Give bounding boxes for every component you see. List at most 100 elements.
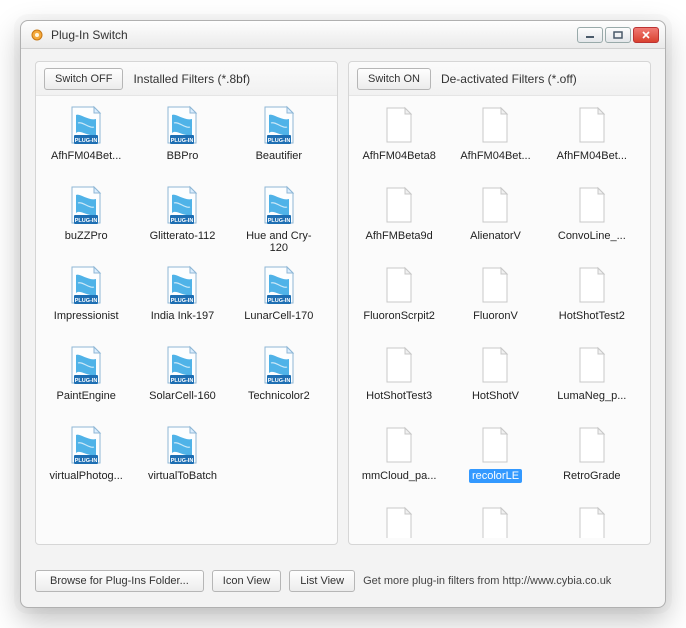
plugin-file-icon bbox=[162, 424, 202, 466]
installed-filters-grid[interactable]: AfhFM04Bet... BBPro Beautifier buZZPro Glitt… bbox=[42, 102, 337, 538]
list-item[interactable]: AlienatorV bbox=[451, 182, 539, 256]
off-file-icon bbox=[475, 264, 515, 306]
maximize-button[interactable] bbox=[605, 27, 631, 43]
list-item-label: Hue and Cry-120 bbox=[237, 229, 321, 255]
list-item[interactable]: SolarCell-160 bbox=[138, 342, 226, 416]
list-item[interactable]: recolorLE bbox=[451, 422, 539, 496]
installed-filters-pane: Switch OFF Installed Filters (*.8bf) Afh… bbox=[35, 61, 338, 545]
list-item[interactable]: PaintEngine bbox=[42, 342, 130, 416]
icon-view-button[interactable]: Icon View bbox=[212, 570, 282, 592]
browse-folder-button[interactable]: Browse for Plug-Ins Folder... bbox=[35, 570, 204, 592]
window-controls bbox=[577, 27, 659, 43]
off-file-icon bbox=[475, 344, 515, 386]
plugin-file-icon bbox=[66, 184, 106, 226]
list-item-label: LumaNeg_p... bbox=[554, 389, 629, 403]
off-file-icon bbox=[379, 504, 419, 538]
plugin-file-icon bbox=[162, 344, 202, 386]
list-item-label: ConvoLine_... bbox=[555, 229, 629, 243]
list-item-label: AfhFM04Bet... bbox=[554, 149, 630, 163]
list-item-label: AlienatorV bbox=[467, 229, 524, 243]
off-file-icon bbox=[572, 424, 612, 466]
installed-pane-header: Switch OFF Installed Filters (*.8bf) bbox=[36, 62, 337, 96]
list-item[interactable]: mmCloud_pa... bbox=[355, 422, 443, 496]
off-file-icon bbox=[379, 264, 419, 306]
off-file-icon bbox=[475, 104, 515, 146]
list-item[interactable]: AfhFM04Bet... bbox=[451, 102, 539, 176]
app-icon bbox=[29, 27, 45, 43]
list-item[interactable]: AfhFM04Bet... bbox=[42, 102, 130, 176]
plugin-file-icon bbox=[66, 264, 106, 306]
list-item-label: LunarCell-170 bbox=[241, 309, 316, 323]
off-file-icon bbox=[572, 504, 612, 538]
list-item[interactable]: FluoronScrpit2 bbox=[355, 262, 443, 336]
list-item-label: PaintEngine bbox=[54, 389, 119, 403]
list-item[interactable]: buZZPro bbox=[42, 182, 130, 256]
footer-link-text[interactable]: Get more plug-in filters from http://www… bbox=[363, 575, 651, 587]
list-item[interactable]: virtualPhotog... bbox=[42, 422, 130, 496]
list-item[interactable]: AfhFM04Bet... bbox=[548, 102, 636, 176]
list-item[interactable]: Hue and Cry-120 bbox=[235, 182, 323, 256]
list-item-label: virtualPhotog... bbox=[46, 469, 125, 483]
switch-off-button[interactable]: Switch OFF bbox=[44, 68, 123, 90]
list-item-label: SolarCell-160 bbox=[146, 389, 219, 403]
list-item-label: recolorLE bbox=[469, 469, 522, 483]
list-item-label: Impressionist bbox=[51, 309, 122, 323]
list-item-label: mmCloud_pa... bbox=[359, 469, 440, 483]
list-item-label: AfhFM04Beta8 bbox=[359, 149, 438, 163]
list-item-label: BBPro bbox=[164, 149, 202, 163]
list-item[interactable] bbox=[451, 502, 539, 538]
off-file-icon bbox=[379, 344, 419, 386]
off-file-icon bbox=[475, 504, 515, 538]
off-file-icon bbox=[572, 264, 612, 306]
off-file-icon bbox=[475, 184, 515, 226]
list-item[interactable]: HotShotTest2 bbox=[548, 262, 636, 336]
off-file-icon bbox=[379, 104, 419, 146]
close-button[interactable] bbox=[633, 27, 659, 43]
app-window: Plug-In Switch Switch OFF Installed Filt… bbox=[20, 20, 666, 608]
list-item[interactable]: LumaNeg_p... bbox=[548, 342, 636, 416]
deactivated-filters-grid[interactable]: AfhFM04Beta8 AfhFM04Bet... AfhFM04Bet... Af… bbox=[355, 102, 650, 538]
off-file-icon bbox=[572, 344, 612, 386]
list-item-label: FluoronV bbox=[470, 309, 521, 323]
off-file-icon bbox=[379, 424, 419, 466]
list-item[interactable]: AfhFMBeta9d bbox=[355, 182, 443, 256]
list-item-label: HotShotTest2 bbox=[556, 309, 628, 323]
list-item[interactable] bbox=[548, 502, 636, 538]
list-item-label: AfhFM04Bet... bbox=[48, 149, 124, 163]
list-item-label: AfhFM04Bet... bbox=[457, 149, 533, 163]
list-item-label: HotShotV bbox=[469, 389, 522, 403]
list-item[interactable]: Technicolor2 bbox=[235, 342, 323, 416]
plugin-file-icon bbox=[259, 184, 299, 226]
list-item-label: India Ink-197 bbox=[148, 309, 218, 323]
list-item[interactable]: HotShotTest3 bbox=[355, 342, 443, 416]
list-item-label: AfhFMBeta9d bbox=[363, 229, 436, 243]
list-item-label: FluoronScrpit2 bbox=[360, 309, 438, 323]
list-view-button[interactable]: List View bbox=[289, 570, 355, 592]
deactivated-filters-pane: Switch ON De-activated Filters (*.off) A… bbox=[348, 61, 651, 545]
list-item[interactable]: India Ink-197 bbox=[138, 262, 226, 336]
list-item[interactable] bbox=[355, 502, 443, 538]
minimize-button[interactable] bbox=[577, 27, 603, 43]
list-item[interactable]: HotShotV bbox=[451, 342, 539, 416]
list-item[interactable]: Impressionist bbox=[42, 262, 130, 336]
list-item[interactable]: Glitterato-112 bbox=[138, 182, 226, 256]
list-item-label: buZZPro bbox=[62, 229, 111, 243]
list-item[interactable]: virtualToBatch bbox=[138, 422, 226, 496]
list-item[interactable]: FluoronV bbox=[451, 262, 539, 336]
switch-on-button[interactable]: Switch ON bbox=[357, 68, 431, 90]
off-file-icon bbox=[572, 184, 612, 226]
plugin-file-icon bbox=[259, 264, 299, 306]
list-item[interactable]: Beautifier bbox=[235, 102, 323, 176]
off-file-icon bbox=[379, 184, 419, 226]
panes-row: Switch OFF Installed Filters (*.8bf) Afh… bbox=[35, 61, 651, 545]
titlebar[interactable]: Plug-In Switch bbox=[21, 21, 665, 49]
list-item[interactable]: LunarCell-170 bbox=[235, 262, 323, 336]
list-item[interactable]: ConvoLine_... bbox=[548, 182, 636, 256]
plugin-file-icon bbox=[66, 344, 106, 386]
plugin-file-icon bbox=[66, 424, 106, 466]
list-item-label: HotShotTest3 bbox=[363, 389, 435, 403]
list-item[interactable]: BBPro bbox=[138, 102, 226, 176]
list-item[interactable]: RetroGrade bbox=[548, 422, 636, 496]
list-item[interactable]: AfhFM04Beta8 bbox=[355, 102, 443, 176]
list-item-label: virtualToBatch bbox=[145, 469, 220, 483]
